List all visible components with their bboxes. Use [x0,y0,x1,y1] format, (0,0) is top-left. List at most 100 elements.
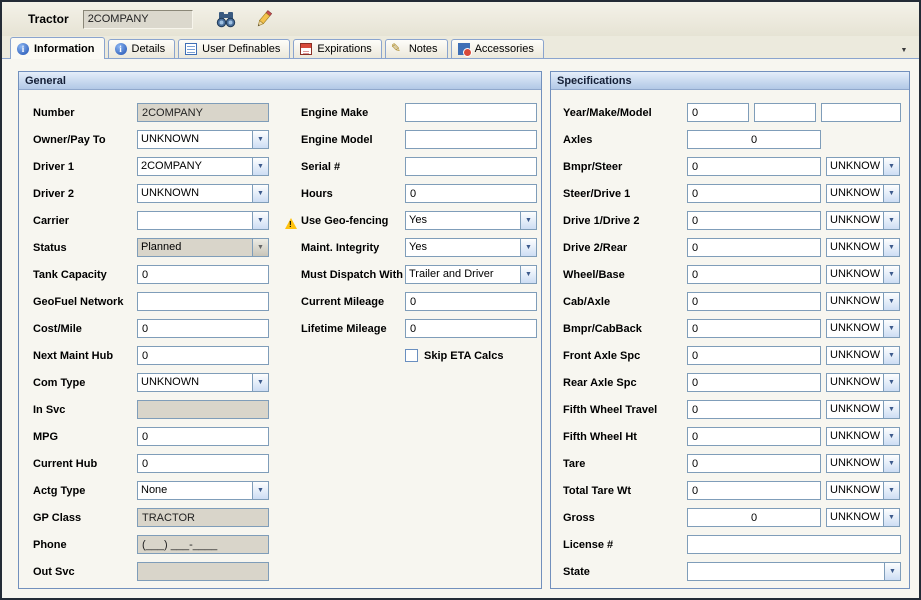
com-type-select[interactable]: UNKNOWN▼ [137,373,269,392]
gross-field[interactable] [687,508,821,527]
geofuel-network-field[interactable] [137,292,269,311]
tare-select[interactable]: UNKNOW▼ [826,454,900,473]
drive-1-drive-2-select[interactable]: UNKNOW▼ [826,211,900,230]
fifth-wheel-travel-selected-value: UNKNOW [827,401,883,418]
total-tare-wt-field[interactable] [687,481,821,500]
bmpr-cabback-select[interactable]: UNKNOW▼ [826,319,900,338]
row-actg-type: Actg TypeNone▼ [33,477,273,504]
tab-label: Notes [409,43,438,55]
drive-1-drive-2-field[interactable] [687,211,821,230]
fifth-wheel-ht-selected-value: UNKNOW [827,428,883,445]
cost-mile-label: Cost/Mile [33,323,82,335]
general-column-1: NumberOwner/Pay ToUNKNOWN▼Driver 12COMPA… [33,99,273,585]
current-mileage-field[interactable] [405,292,537,311]
row-gross: GrossUNKNOW▼ [563,504,909,531]
chevron-down-icon: ▼ [883,374,899,391]
lifetime-mileage-field[interactable] [405,319,537,338]
gp-class-field [137,508,269,527]
drive-2-rear-select[interactable]: UNKNOW▼ [826,238,900,257]
tab-overflow-button[interactable] [897,44,911,56]
owner-pay-to-select[interactable]: UNKNOWN▼ [137,130,269,149]
drive-2-rear-field[interactable] [687,238,821,257]
tab-notes[interactable]: Notes [385,39,448,58]
carrier-select[interactable]: ▼ [137,211,269,230]
front-axle-spc-field[interactable] [687,346,821,365]
cab-axle-field[interactable] [687,292,821,311]
tank-capacity-field[interactable] [137,265,269,284]
tab-accessories[interactable]: Accessories [451,39,544,58]
hours-field[interactable] [405,184,537,203]
mpg-field[interactable] [137,427,269,446]
axles-field[interactable] [687,130,821,149]
license-field[interactable] [687,535,901,554]
driver-2-select[interactable]: UNKNOWN▼ [137,184,269,203]
fifth-wheel-travel-select[interactable]: UNKNOW▼ [826,400,900,419]
tab-details[interactable]: Details [108,39,176,58]
chevron-down-icon: ▼ [883,293,899,310]
driver-1-select[interactable]: 2COMPANY▼ [137,157,269,176]
use-geo-fencing-select[interactable]: Yes▼ [405,211,537,230]
year-make-model-field-2[interactable] [754,103,816,122]
fifth-wheel-ht-select[interactable]: UNKNOW▼ [826,427,900,446]
tank-capacity-label: Tank Capacity [33,269,107,281]
binoculars-icon[interactable] [213,7,239,31]
gross-select[interactable]: UNKNOW▼ [826,508,900,527]
tab-label: User Definables [202,43,280,55]
must-dispatch-with-selected-value: Trailer and Driver [406,266,520,283]
bmpr-steer-select[interactable]: UNKNOW▼ [826,157,900,176]
axles-label: Axles [563,134,592,146]
wheel-base-select[interactable]: UNKNOW▼ [826,265,900,284]
year-make-model-field-3[interactable] [821,103,901,122]
row-owner-pay-to: Owner/Pay ToUNKNOWN▼ [33,126,273,153]
fifth-wheel-ht-label: Fifth Wheel Ht [563,431,637,443]
in-svc-field [137,400,269,419]
bmpr-cabback-field[interactable] [687,319,821,338]
front-axle-spc-select[interactable]: UNKNOW▼ [826,346,900,365]
skip-eta-calcs-checkbox[interactable] [405,349,418,362]
engine-model-field[interactable] [405,130,537,149]
chevron-down-icon: ▼ [883,428,899,445]
tab-expirations[interactable]: Expirations [293,39,381,58]
year-make-model-field-1[interactable] [687,103,749,122]
out-svc-field [137,562,269,581]
fifth-wheel-ht-field[interactable] [687,427,821,446]
hours-label: Hours [301,188,333,200]
chevron-down-icon: ▼ [520,212,536,229]
current-hub-field[interactable] [137,454,269,473]
maint-integrity-select[interactable]: Yes▼ [405,238,537,257]
gross-selected-value: UNKNOW [827,509,883,526]
bmpr-cabback-selected-value: UNKNOW [827,320,883,337]
cab-axle-select[interactable]: UNKNOW▼ [826,292,900,311]
chevron-down-icon: ▼ [883,509,899,526]
tab-user-definables[interactable]: User Definables [178,39,290,58]
row-license: License # [563,531,909,558]
chevron-down-icon: ▼ [883,266,899,283]
steer-drive-1-field[interactable] [687,184,821,203]
bmpr-steer-field[interactable] [687,157,821,176]
row-hours: Hours [301,180,541,207]
pencil-icon[interactable] [251,7,277,31]
tractor-id-input[interactable] [83,10,193,29]
must-dispatch-with-select[interactable]: Trailer and Driver▼ [405,265,537,284]
actg-type-select[interactable]: None▼ [137,481,269,500]
fifth-wheel-travel-field[interactable] [687,400,821,419]
cost-mile-field[interactable] [137,319,269,338]
rear-axle-spc-field[interactable] [687,373,821,392]
serial-field[interactable] [405,157,537,176]
tab-information[interactable]: Information [10,37,105,59]
row-carrier: Carrier▼ [33,207,273,234]
next-maint-hub-field[interactable] [137,346,269,365]
tare-field[interactable] [687,454,821,473]
rear-axle-spc-select[interactable]: UNKNOW▼ [826,373,900,392]
total-tare-wt-select[interactable]: UNKNOW▼ [826,481,900,500]
front-axle-spc-label: Front Axle Spc [563,350,640,362]
row-engine-model: Engine Model [301,126,541,153]
engine-make-label: Engine Make [301,107,368,119]
wheel-base-field[interactable] [687,265,821,284]
current-hub-label: Current Hub [33,458,97,470]
specifications-group: Specifications Year/Make/ModelAxlesBmpr/… [550,71,910,589]
engine-make-field[interactable] [405,103,537,122]
row-front-axle-spc: Front Axle Spc UNKNOW▼ [563,342,909,369]
steer-drive-1-select[interactable]: UNKNOW▼ [826,184,900,203]
state-select[interactable]: ▼ [687,562,901,581]
